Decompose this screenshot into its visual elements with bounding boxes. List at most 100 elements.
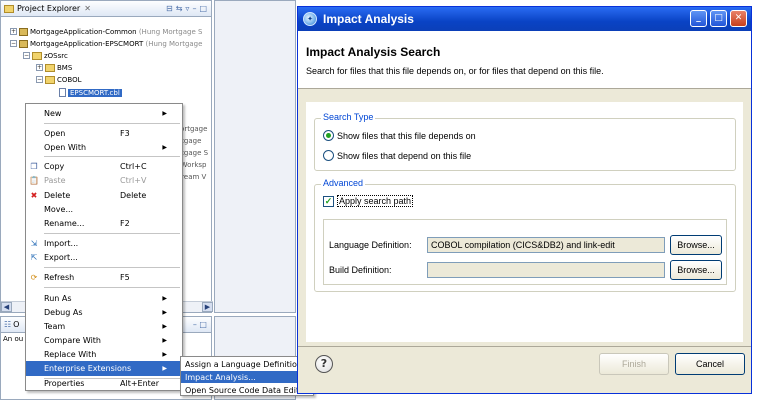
finish-button[interactable]: Finish	[599, 353, 669, 375]
scroll-right-icon[interactable]: ▶	[202, 302, 213, 312]
close-icon[interactable]: ✕	[730, 10, 747, 27]
checkmark-icon[interactable]: ✓	[323, 195, 334, 207]
radio-label: Show files that this file depends on	[337, 130, 476, 141]
help-icon[interactable]: ?	[315, 355, 333, 373]
menu-item-move[interactable]: Move...	[26, 202, 182, 217]
menu-item-import[interactable]: ⇲ Import...	[26, 236, 182, 251]
browse-language-definition-button[interactable]: Browse...	[670, 235, 722, 255]
menu-item-label: Debug As	[44, 308, 83, 317]
tree-item-label: BMS	[57, 63, 73, 72]
submenu-arrow-icon: ▶	[162, 110, 167, 117]
radio-depends-on[interactable]: Show files that this file depends on	[323, 130, 476, 141]
menu-item-run-as[interactable]: Run As ▶	[26, 291, 182, 306]
minimize-maximize-icon[interactable]: – □	[193, 320, 211, 329]
submenu-arrow-icon: ▶	[162, 295, 167, 302]
editor-area	[214, 0, 296, 313]
close-icon[interactable]: ✕	[84, 4, 91, 13]
radio-unselected-icon[interactable]	[323, 150, 334, 161]
menu-item-label: Team	[44, 322, 66, 331]
dialog-content: Search Type Show files that this file de…	[306, 102, 743, 342]
dialog-header: Impact Analysis Search Search for files …	[298, 31, 751, 89]
advanced-legend: Advanced	[321, 178, 366, 188]
menu-item-enterprise-extensions[interactable]: Enterprise Extensions ▶	[26, 361, 182, 376]
menu-item-shortcut: Ctrl+C	[120, 162, 147, 171]
language-definition-field[interactable]: COBOL compilation (CICS&DB2) and link-ed…	[427, 237, 665, 253]
tree-item-zossrc[interactable]: − zOSsrc	[23, 50, 68, 61]
scroll-left-icon[interactable]: ◀	[1, 302, 12, 312]
tree-item-common-project[interactable]: + MortgageApplication-Common (Hung Mortg…	[10, 26, 202, 37]
menu-item-team[interactable]: Team ▶	[26, 319, 182, 334]
radio-depend-on-this[interactable]: Show files that depend on this file	[323, 150, 471, 161]
menu-item-new[interactable]: New ▶	[26, 106, 182, 121]
search-type-group: Search Type Show files that this file de…	[314, 112, 736, 171]
menu-item-compare-with[interactable]: Compare With ▶	[26, 333, 182, 348]
menu-item-open-with[interactable]: Open With ▶	[26, 140, 182, 155]
collapse-icon[interactable]: −	[23, 52, 30, 59]
submenu-arrow-icon: ▶	[162, 144, 167, 151]
build-definition-label: Build Definition:	[329, 265, 392, 275]
folder-icon	[4, 4, 14, 13]
menu-item-label: Import...	[44, 239, 79, 248]
delete-icon: ✖	[30, 191, 38, 200]
menu-item-debug-as[interactable]: Debug As ▶	[26, 305, 182, 320]
tree-item-epscmort-cbl[interactable]: EPSCMORT.cbl	[59, 87, 122, 98]
dialog-titlebar[interactable]: ✦ Impact Analysis _ □ ✕	[298, 7, 751, 31]
collapse-all-icon[interactable]: ⊟	[166, 4, 173, 13]
menu-item-copy[interactable]: ❐ Copy Ctrl+C	[26, 159, 182, 174]
menu-separator	[44, 287, 180, 288]
menu-item-refresh[interactable]: ⟳ Refresh F5	[26, 270, 182, 285]
menu-item-label: Refresh	[44, 273, 75, 282]
tree-item-cobol[interactable]: − COBOL	[36, 74, 82, 85]
apply-search-path-checkbox[interactable]: ✓ Apply search path	[323, 195, 414, 207]
menu-item-export[interactable]: ⇱ Export...	[26, 250, 182, 265]
tree-item-epscmort-project[interactable]: − MortgageApplication-EPSCMORT (Hung Mor…	[10, 38, 202, 49]
submenu-arrow-icon: ▶	[162, 351, 167, 358]
link-editor-icon[interactable]: ⇆	[176, 4, 183, 13]
build-definition-field[interactable]	[427, 262, 665, 278]
refresh-icon: ⟳	[30, 273, 38, 282]
outline-icon: ☷	[4, 320, 12, 329]
outline-tab-label: O	[13, 320, 20, 329]
minimize-icon[interactable]: _	[690, 10, 707, 27]
maximize-icon[interactable]: □	[199, 4, 207, 13]
browse-build-definition-button[interactable]: Browse...	[670, 260, 722, 280]
import-icon: ⇲	[30, 239, 38, 248]
menu-item-replace-with[interactable]: Replace With ▶	[26, 347, 182, 362]
collapse-icon[interactable]: −	[36, 76, 43, 83]
maximize-icon[interactable]: □	[710, 10, 727, 27]
menu-separator	[44, 123, 180, 124]
menu-item-delete[interactable]: ✖ Delete Delete	[26, 188, 182, 203]
submenu-arrow-icon: ▶	[162, 337, 167, 344]
cancel-button[interactable]: Cancel	[675, 353, 745, 375]
menu-item-assign-language-definition[interactable]: Assign a Language Definition...	[181, 358, 313, 370]
collapse-icon[interactable]: −	[10, 40, 17, 47]
menu-item-label: Enterprise Extensions	[44, 364, 132, 373]
header-description: Search for files that this file depends …	[306, 66, 604, 76]
project-explorer-tab[interactable]: Project Explorer ✕ ⊟ ⇆ ▿ – □	[1, 1, 211, 17]
menu-item-impact-analysis[interactable]: Impact Analysis...	[181, 371, 313, 383]
advanced-group: Advanced ✓ Apply search path Language De…	[314, 178, 736, 292]
view-menu-icon[interactable]: ▿	[185, 4, 189, 13]
tree-item-bms[interactable]: + BMS	[36, 62, 72, 73]
menu-item-open-source-code-data-editor[interactable]: Open Source Code Data Editor	[181, 384, 313, 396]
expand-icon[interactable]: +	[10, 28, 17, 35]
radio-selected-icon[interactable]	[323, 130, 334, 141]
menu-item-properties[interactable]: Properties Alt+Enter	[26, 376, 182, 391]
menu-separator	[44, 233, 180, 234]
copy-icon: ❐	[30, 162, 38, 171]
menu-item-label: Open	[44, 129, 66, 138]
menu-item-open[interactable]: Open F3	[26, 126, 182, 141]
menu-item-paste[interactable]: 📋 Paste Ctrl+V	[26, 173, 182, 188]
enterprise-extensions-submenu: Assign a Language Definition... Impact A…	[180, 356, 314, 396]
menu-item-rename[interactable]: Rename... F2	[26, 216, 182, 231]
menu-item-label: Open With	[44, 143, 87, 152]
menu-separator	[44, 156, 180, 157]
menu-item-shortcut: Delete	[120, 191, 147, 200]
minimize-icon[interactable]: –	[192, 4, 196, 13]
submenu-arrow-icon: ▶	[162, 309, 167, 316]
menu-item-label: Move...	[44, 205, 74, 214]
expand-icon[interactable]: +	[36, 64, 43, 71]
checkbox-label: Apply search path	[337, 195, 414, 207]
menu-item-label: Paste	[44, 176, 66, 185]
paste-icon: 📋	[29, 176, 39, 185]
